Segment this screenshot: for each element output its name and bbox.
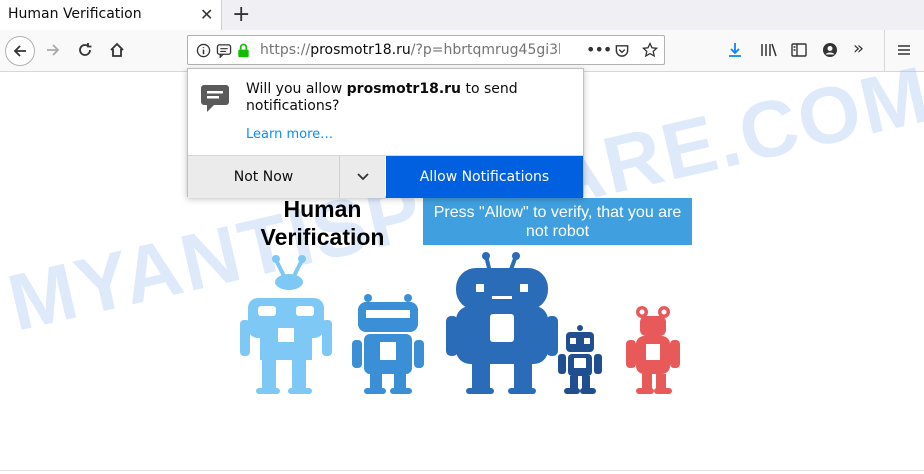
overflow-icon[interactable]: » [853,38,864,59]
download-icon[interactable] [727,42,743,58]
back-icon [13,45,26,57]
not-now-button[interactable]: Not Now [188,156,340,198]
robot-dark-blue [446,252,558,394]
sidebar-icon[interactable] [791,42,807,58]
robot-navy [558,325,602,394]
account-icon[interactable] [822,42,838,58]
home-icon [110,42,124,57]
notification-icon[interactable] [216,43,232,58]
home-button[interactable] [102,35,132,65]
chat-bubble-icon [201,85,229,112]
tab-strip: Human Verification ✕ + [0,0,924,30]
robot-medium-blue [352,294,424,394]
url-text: https://prosmotr18.ru/?p=hbrtqmrug45gi3b [260,42,560,58]
learn-more-link[interactable]: Learn more… [246,127,333,142]
tab-title: Human Verification [8,6,142,22]
more-icon[interactable]: ••• [586,40,612,59]
popup-button-row: Not Now Allow Notifications [188,155,583,198]
lock-icon [238,43,249,58]
page-bottom-border [0,470,924,471]
navigation-toolbar: https://prosmotr18.ru/?p=hbrtqmrug45gi3b… [0,30,924,72]
forward-button[interactable] [38,35,68,65]
page-title: Human Verification [260,196,385,250]
reload-button[interactable] [70,35,100,65]
robot-light-blue [240,255,332,394]
new-tab-button[interactable]: + [232,2,250,27]
robots-illustration [240,252,680,394]
library-icon[interactable] [760,42,778,58]
notification-permission-popup: Will you allow prosmotr18.ru to send not… [187,68,584,198]
robot-red [626,306,680,394]
popup-dropdown-button[interactable] [340,156,385,198]
chevron-down-icon [356,173,369,181]
reload-icon [79,43,92,56]
pocket-icon[interactable] [614,43,630,58]
close-tab-icon[interactable]: ✕ [200,5,213,24]
allow-notifications-button[interactable]: Allow Notifications [386,156,583,198]
forward-icon [47,44,60,56]
back-button[interactable] [5,36,35,66]
star-icon[interactable] [642,42,658,58]
url-bar[interactable]: https://prosmotr18.ru/?p=hbrtqmrug45gi3b… [187,35,665,65]
tab-human-verification[interactable]: Human Verification ✕ [0,0,222,30]
verify-message: Press "Allow" to verify, that you are no… [423,198,692,245]
popup-message: Will you allow prosmotr18.ru to send not… [246,81,518,114]
info-icon[interactable] [196,43,211,58]
